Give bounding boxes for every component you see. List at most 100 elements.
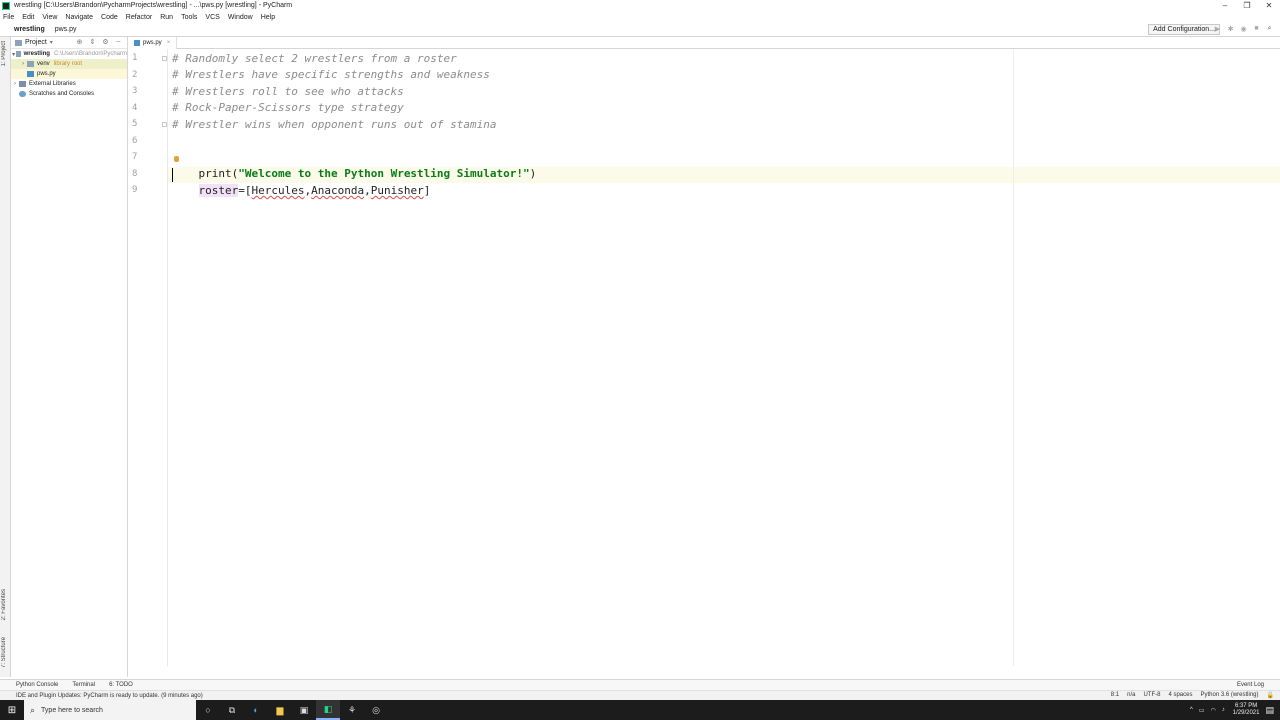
tree-item-external-libraries[interactable]: › External Libraries: [11, 79, 127, 89]
file-encoding[interactable]: UTF-8: [1143, 692, 1160, 699]
hide-icon[interactable]: –: [112, 38, 125, 46]
menu-refactor[interactable]: Refactor: [126, 14, 152, 21]
todo-tab[interactable]: 6: TODO: [109, 682, 133, 688]
collapse-all-icon[interactable]: ⇕: [86, 38, 99, 46]
python-console-tab[interactable]: Python Console: [16, 682, 58, 688]
status-bar: IDE and Plugin Updates: PyCharm is ready…: [0, 690, 1280, 700]
locate-icon[interactable]: ⊕: [73, 38, 86, 46]
structure-tool-tab[interactable]: 7: Structure: [1, 637, 7, 668]
add-configuration-button[interactable]: Add Configuration...: [1148, 24, 1220, 35]
tree-item-venv[interactable]: › venv library root: [11, 59, 127, 69]
tree-item-scratches[interactable]: Scratches and Consoles: [11, 89, 127, 99]
file-explorer-icon[interactable]: ▆: [268, 700, 292, 720]
run-toolbar: ▶ ✱ ◉ ■ ⌕: [1211, 25, 1276, 33]
run-icon[interactable]: ▶: [1211, 25, 1224, 33]
task-view-icon[interactable]: ⧉: [220, 700, 244, 720]
windows-start-icon[interactable]: ⊞: [0, 700, 24, 720]
line-separator[interactable]: n/a: [1127, 692, 1135, 699]
debug-icon[interactable]: ✱: [1224, 25, 1237, 33]
folder-icon: [16, 51, 21, 57]
clock-time: 6:37 PM: [1234, 703, 1258, 709]
menu-vcs[interactable]: VCS: [205, 14, 219, 21]
tree-item-wrestling[interactable]: ▾ wrestling C:\Users\Brandon\Pycharm: [11, 49, 127, 59]
indent-setting[interactable]: 4 spaces: [1168, 692, 1192, 699]
tree-item-label: Scratches and Consoles: [29, 91, 95, 97]
window-title: wrestling [C:\Users\Brandon\PycharmProje…: [14, 2, 293, 9]
menu-view[interactable]: View: [42, 14, 57, 21]
status-message[interactable]: IDE and Plugin Updates: PyCharm is ready…: [16, 693, 203, 699]
event-log-tab[interactable]: Event Log: [1237, 682, 1264, 688]
clock-date: 1/29/2021: [1232, 710, 1260, 716]
lightbulb-icon[interactable]: [174, 156, 179, 162]
search-icon[interactable]: ⌕: [1263, 25, 1276, 33]
edge-icon[interactable]: ◐: [244, 700, 268, 720]
chevron-right-icon[interactable]: ›: [11, 81, 19, 87]
python-interpreter[interactable]: Python 3.6 (wrestling): [1200, 692, 1258, 699]
gear-icon[interactable]: ⚙: [99, 38, 112, 46]
menu-code[interactable]: Code: [101, 14, 118, 21]
menu-help[interactable]: Help: [261, 14, 275, 21]
tree-item-label: venv: [37, 61, 50, 67]
chevron-down-icon[interactable]: ▾: [50, 39, 53, 46]
code-line-4: # Rock-Paper-Scissors type strategy: [172, 101, 404, 114]
breadcrumb-file[interactable]: pws.py: [55, 26, 77, 33]
chevron-up-icon[interactable]: ^: [1190, 707, 1193, 713]
clock[interactable]: 6:37 PM 1/29/2021: [1233, 703, 1260, 717]
network-icon[interactable]: ▭: [1199, 707, 1205, 714]
cortana-icon[interactable]: ○: [196, 700, 220, 720]
stop-icon[interactable]: ■: [1250, 25, 1263, 33]
volume-icon[interactable]: ♪: [1222, 707, 1225, 713]
project-tool-tab[interactable]: 1: Project: [1, 41, 7, 66]
project-panel-tools: ⊕ ⇕ ⚙ –: [73, 38, 125, 46]
project-view-selector[interactable]: Project: [25, 39, 47, 46]
menu-navigate[interactable]: Navigate: [65, 14, 93, 21]
chrome-icon[interactable]: ◎: [364, 700, 388, 720]
menu-file[interactable]: File: [3, 14, 14, 21]
wifi-icon[interactable]: ◠: [1211, 707, 1216, 714]
project-panel-header: Project ▾ ⊕ ⇕ ⚙ –: [11, 37, 127, 49]
fold-marker-icon[interactable]: [162, 122, 167, 127]
unresolved-punisher: Punisher: [370, 184, 424, 197]
search-placeholder: Type here to search: [41, 706, 103, 714]
notifications-icon[interactable]: ▤: [1265, 705, 1274, 716]
editor-gutter: 1 2 3 4 5 6 7 8 9: [128, 49, 168, 666]
pycharm-taskbar-icon[interactable]: ◧: [316, 700, 340, 720]
lock-icon[interactable]: 🔓: [1267, 692, 1274, 699]
favorites-tool-tab[interactable]: 2: Favorites: [1, 589, 7, 620]
tab-pws-py[interactable]: pws.py ×: [128, 36, 178, 49]
line-number: 4: [132, 103, 138, 113]
menu-run[interactable]: Run: [160, 14, 173, 21]
line-number: 8: [132, 169, 138, 179]
editor-tab-bar: pws.py ×: [128, 36, 1280, 49]
tree-item-pws-py[interactable]: pws.py: [11, 69, 127, 79]
maximize-button[interactable]: ❐: [1236, 0, 1258, 11]
scratches-icon: [19, 91, 26, 97]
tree-item-label: External Libraries: [29, 81, 76, 87]
python-taskbar-icon[interactable]: ⚘: [340, 700, 364, 720]
terminal-tab[interactable]: Terminal: [72, 682, 95, 688]
close-button[interactable]: ✕: [1258, 0, 1280, 11]
menu-window[interactable]: Window: [228, 14, 253, 21]
fold-marker-icon[interactable]: [162, 56, 167, 61]
project-view-icon: [15, 39, 22, 46]
text-caret: [172, 168, 173, 182]
breadcrumb-project[interactable]: wrestling: [14, 26, 45, 33]
minimize-button[interactable]: –: [1214, 0, 1236, 11]
navigation-bar: wrestling pws.py Add Configuration... ▶ …: [0, 23, 1280, 37]
closing-paren: ): [529, 167, 537, 180]
title-bar: wrestling [C:\Users\Brandon\PycharmProje…: [0, 0, 1280, 11]
close-icon[interactable]: ×: [167, 40, 171, 46]
caret-position[interactable]: 8:1: [1111, 692, 1119, 699]
status-widgets: 8:1 n/a UTF-8 4 spaces Python 3.6 (wrest…: [1103, 692, 1274, 699]
menu-bar: File Edit View Navigate Code Refactor Ru…: [0, 11, 1280, 23]
code-editor[interactable]: # Randomly select 2 wrestlers from a ros…: [162, 49, 1280, 666]
tab-label: pws.py: [143, 39, 162, 46]
menu-tools[interactable]: Tools: [181, 14, 197, 21]
menu-edit[interactable]: Edit: [22, 14, 34, 21]
variable-roster: roster: [198, 184, 239, 197]
taskbar-search-box[interactable]: ⌕ Type here to search: [24, 700, 196, 720]
coverage-icon[interactable]: ◉: [1237, 25, 1250, 33]
store-icon[interactable]: ▣: [292, 700, 316, 720]
chevron-right-icon[interactable]: ›: [19, 61, 27, 67]
library-icon: [19, 81, 26, 87]
